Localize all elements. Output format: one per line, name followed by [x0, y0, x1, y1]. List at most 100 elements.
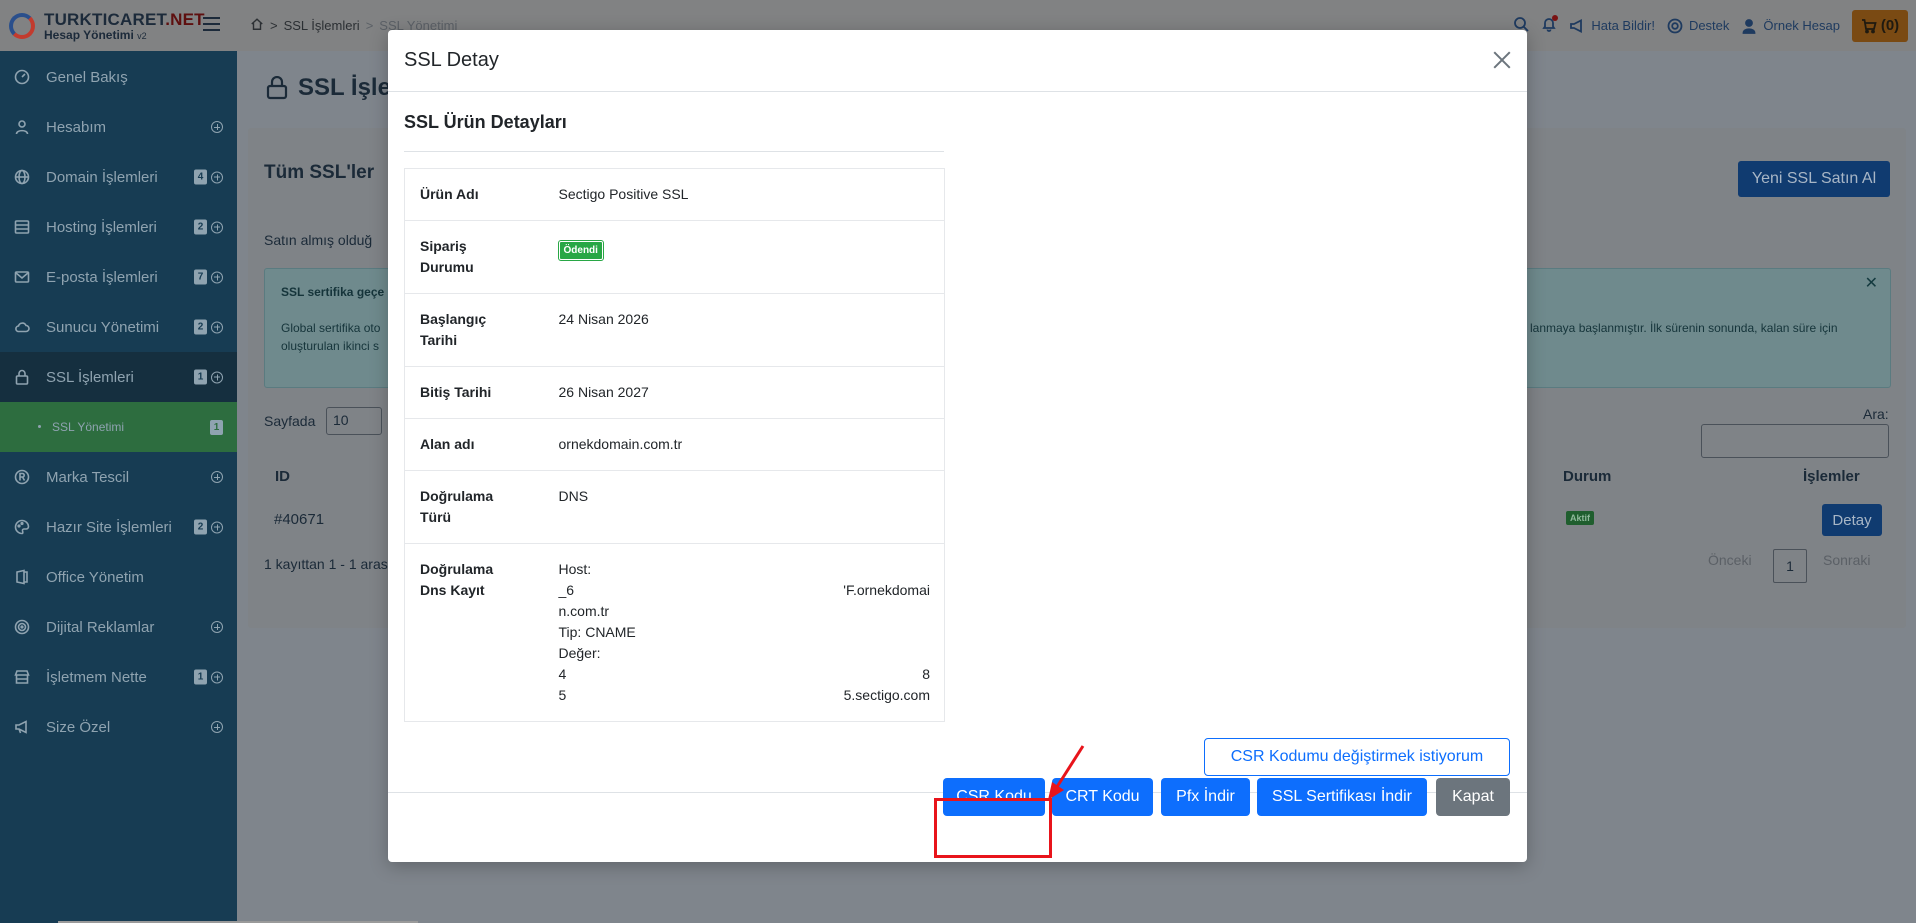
close-button[interactable]: Kapat — [1436, 778, 1510, 816]
search-label: Ara: — [1863, 406, 1889, 422]
new-ssl-button[interactable]: Yeni SSL Satın Al — [1738, 161, 1890, 197]
expand-icon[interactable] — [211, 121, 223, 133]
dns-value-end: 8 — [922, 666, 930, 682]
hamburger-menu-icon[interactable] — [203, 17, 220, 31]
sidebar-item-genel-bakis[interactable]: Genel Bakış — [0, 52, 237, 102]
row-detail-button[interactable]: Detay — [1822, 504, 1882, 536]
pfx-download-button[interactable]: Pfx İndir — [1161, 778, 1250, 816]
alert-close-icon[interactable]: ✕ — [1865, 273, 1878, 293]
order-status-label: Sipariş Durumu — [404, 220, 544, 294]
records-info: 1 kayıttan 1 - 1 aras — [264, 556, 388, 572]
dns-value-label: Değer: — [558, 645, 601, 661]
expand-icon[interactable] — [211, 321, 223, 333]
sidebar-item-hosting[interactable]: Hosting İşlemleri 2 — [0, 202, 237, 252]
column-header-id[interactable]: ID — [275, 468, 290, 485]
notification-bell-icon[interactable] — [1541, 15, 1559, 35]
support-link[interactable]: Destek — [1667, 18, 1729, 34]
sidebar-item-sunucu[interactable]: Sunucu Yönetimi 2 — [0, 302, 237, 352]
dns-host-label: Host: — [558, 561, 592, 577]
dns-host-end: 'F.ornekdomai — [843, 582, 930, 598]
pagination-next[interactable]: Sonraki — [1823, 552, 1870, 568]
sidebar-item-label: E-posta İşlemleri — [46, 268, 158, 286]
row-id: #40671 — [274, 511, 325, 528]
validation-type-label-line1: Doğrulama — [420, 488, 494, 504]
ssl-details-table: Ürün Adı Sectigo Positive SSL Sipariş Dur… — [404, 168, 945, 722]
count-badge: 2 — [194, 519, 207, 535]
breadcrumb-ssl-islemleri[interactable]: SSL İşlemleri — [284, 18, 360, 33]
sidebar-item-eposta[interactable]: E-posta İşlemleri 7 — [0, 252, 237, 302]
expand-icon[interactable] — [211, 271, 223, 283]
page-title: SSL İşle — [266, 74, 391, 102]
sidebar-item-dijital[interactable]: Dijital Reklamlar — [0, 602, 237, 652]
palette-icon — [14, 519, 30, 535]
sidebar-item-label: Office Yönetim — [46, 568, 144, 586]
modal-title: SSL Detay — [404, 49, 499, 71]
cloud-icon — [14, 319, 30, 335]
csr-change-button[interactable]: CSR Kodumu değiştirmek istiyorum — [1204, 738, 1510, 776]
topbar-actions: Hata Bildir! Destek Örnek Hesap (0) — [1513, 0, 1916, 51]
expand-icon[interactable] — [211, 171, 223, 183]
expand-icon[interactable] — [211, 721, 223, 733]
expand-icon[interactable] — [211, 521, 223, 533]
card-title: Tüm SSL'ler — [264, 162, 375, 183]
sidebar-subitem-ssl-yonetimi[interactable]: SSL Yönetimi 1 — [0, 402, 237, 452]
home-icon[interactable] — [250, 17, 264, 34]
sidebar-item-marka[interactable]: Marka Tescil — [0, 452, 237, 502]
brand-header: TURKTICARET.NET Hesap Yönetimi v2 — [0, 0, 237, 51]
expand-icon[interactable] — [211, 621, 223, 633]
table-row: Alan adı ornekdomain.com.tr — [404, 418, 945, 471]
dns-value-line1: 48 — [559, 664, 931, 685]
intro-text: Satın almış olduğ — [264, 232, 373, 248]
report-error-label: Hata Bildir! — [1591, 18, 1655, 33]
dns-host-line: _6 'F.ornekdomai — [559, 580, 931, 601]
user-icon — [14, 119, 30, 135]
column-header-actions[interactable]: İşlemler — [1803, 468, 1860, 485]
sidebar-item-domain[interactable]: Domain İşlemleri 4 — [0, 152, 237, 202]
report-error-link[interactable]: Hata Bildir! — [1569, 18, 1655, 34]
count-badge: 1 — [210, 420, 223, 435]
start-date-label-line2: Tarihi — [420, 332, 458, 348]
count-badge: 1 — [194, 669, 207, 685]
count-badge: 2 — [194, 319, 207, 335]
sidebar-item-office[interactable]: Office Yönetim — [0, 552, 237, 602]
order-status-label-line2: Durumu — [420, 259, 474, 275]
brand-text: TURKTICARET.NET Hesap Yönetimi v2 — [44, 11, 205, 41]
per-page-select[interactable]: 10 — [326, 407, 382, 435]
order-status-value: Ödendi — [543, 220, 945, 294]
pagination-prev[interactable]: Önceki — [1708, 552, 1752, 568]
expand-icon[interactable] — [211, 221, 223, 233]
column-header-status[interactable]: Durum — [1563, 468, 1611, 485]
dns-record-label: Doğrulama Dns Kayıt — [404, 543, 544, 722]
modal-close-icon[interactable] — [1491, 49, 1513, 71]
product-name-value: Sectigo Positive SSL — [543, 168, 945, 221]
modal-header: SSL Detay — [388, 30, 1527, 92]
sidebar-item-label: SSL İşlemleri — [46, 368, 134, 386]
support-label: Destek — [1688, 18, 1730, 33]
sidebar-item-size-ozel[interactable]: Size Özel — [0, 702, 237, 752]
section-divider — [404, 151, 944, 152]
sidebar-item-label: Hazır Site İşlemleri — [46, 518, 172, 536]
expand-icon[interactable] — [211, 671, 223, 683]
expand-icon[interactable] — [211, 471, 223, 483]
table-search-input[interactable] — [1701, 424, 1889, 458]
expand-icon[interactable] — [211, 371, 223, 383]
sidebar-item-isletmem[interactable]: İşletmem Nette 1 — [0, 652, 237, 702]
account-link[interactable]: Örnek Hesap — [1741, 18, 1840, 34]
office-icon — [14, 569, 30, 585]
dns-host-continued: n.com.tr — [558, 603, 610, 619]
status-badge: Aktif — [1566, 511, 1594, 525]
dns-value-start: 4 — [558, 666, 567, 682]
sidebar-item-ssl[interactable]: SSL İşlemleri 1 — [0, 352, 237, 402]
alert-text-line2: oluşturulan ikinci s — [281, 339, 380, 353]
start-date-value: 24 Nisan 2026 — [543, 293, 945, 367]
cart-button[interactable]: (0) — [1852, 9, 1908, 42]
end-date-label: Bitiş Tarihi — [404, 366, 544, 419]
globe-icon — [14, 169, 30, 185]
alert-title: SSL sertifika geçe — [281, 285, 385, 299]
sidebar-menu: Genel Bakış Hesabım Domain İşlemleri 4 H… — [0, 52, 237, 752]
sidebar-item-hesabim[interactable]: Hesabım — [0, 102, 237, 152]
pagination-page-1[interactable]: 1 — [1773, 549, 1807, 583]
sidebar-item-hazir-site[interactable]: Hazır Site İşlemleri 2 — [0, 502, 237, 552]
ssl-certificate-download-button[interactable]: SSL Sertifikası İndir — [1257, 778, 1427, 816]
sidebar: TURKTICARET.NET Hesap Yönetimi v2 Genel … — [0, 0, 237, 923]
